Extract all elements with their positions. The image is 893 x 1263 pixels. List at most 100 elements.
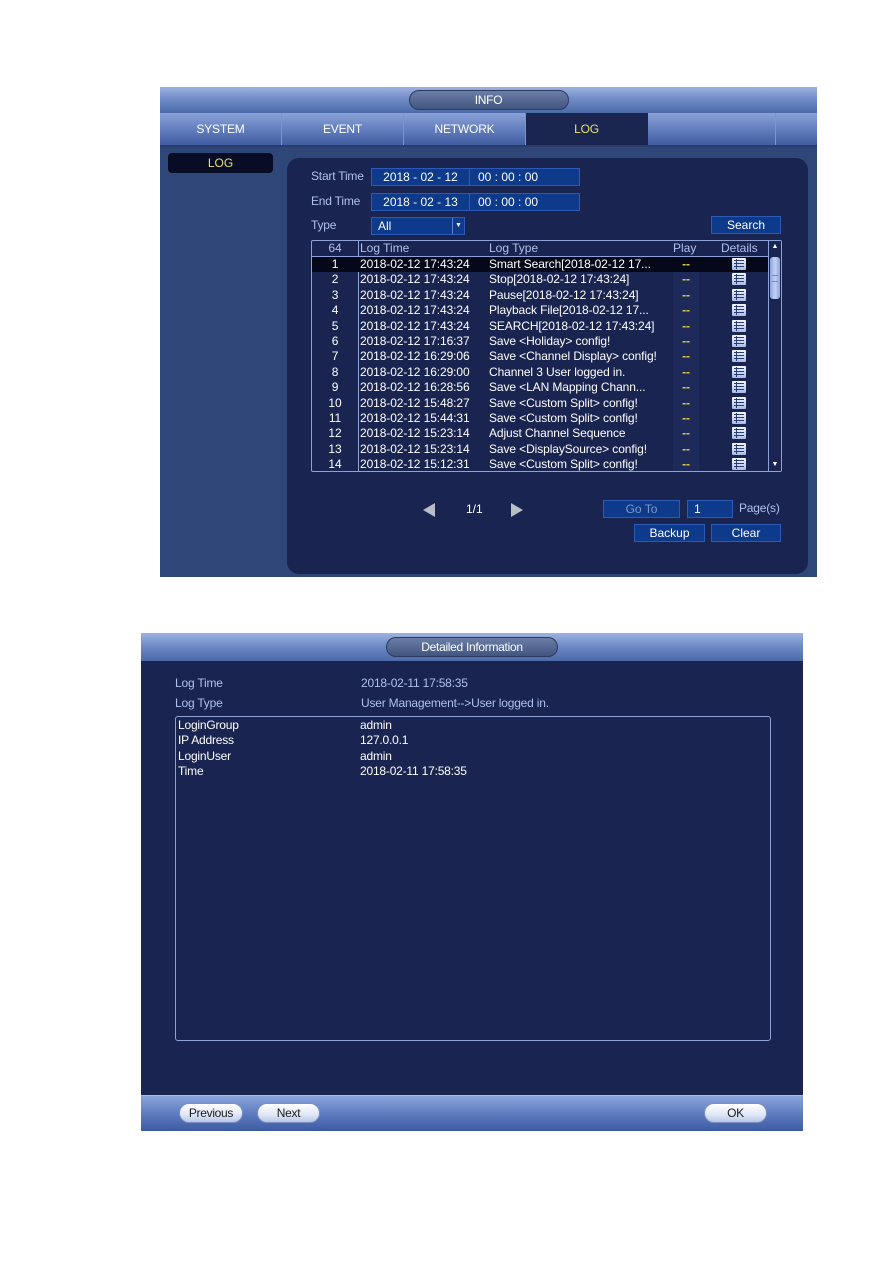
play-button[interactable]: -- xyxy=(676,349,696,364)
search-button[interactable]: Search xyxy=(711,216,781,234)
backup-button[interactable]: Backup xyxy=(634,524,705,542)
tab-system[interactable]: SYSTEM xyxy=(160,113,282,145)
table-row[interactable]: 13 2018-02-12 15:23:14 Save <DisplaySource… xyxy=(312,442,769,457)
type-select[interactable]: All ▼ xyxy=(371,217,465,235)
row-number: 13 xyxy=(328,441,342,456)
page-number-input[interactable]: 1 xyxy=(687,500,733,518)
play-button[interactable]: -- xyxy=(676,426,696,441)
start-time-label: Start Time xyxy=(311,169,364,183)
list-details-icon xyxy=(732,304,746,317)
row-number: 11 xyxy=(328,410,342,425)
row-log-time: 2018-02-12 17:43:24 xyxy=(360,272,470,287)
table-row[interactable]: 2 2018-02-12 17:43:24 Stop[2018-02-12 17:4… xyxy=(312,272,769,287)
table-row[interactable]: 10 2018-02-12 15:48:27 Save <Custom Split>… xyxy=(312,396,769,411)
start-time-value[interactable]: 00 : 00 : 00 xyxy=(470,169,579,185)
pages-label: Page(s) xyxy=(739,501,780,515)
row-log-type: Save <LAN Mapping Chann... xyxy=(489,380,646,395)
row-number: 6 xyxy=(331,333,339,348)
row-number: 1 xyxy=(331,257,339,271)
row-log-time: 2018-02-12 15:23:14 xyxy=(360,441,470,456)
table-row[interactable]: 6 2018-02-12 17:16:37 Save <Holiday> confi… xyxy=(312,334,769,349)
scroll-up-arrow-icon[interactable]: ▲ xyxy=(769,241,781,253)
detail-window: Detailed Information Log Time 2018-02-11… xyxy=(141,633,803,1131)
row-log-time: 2018-02-12 16:29:06 xyxy=(360,349,470,364)
end-time-label: End Time xyxy=(311,194,361,208)
tab-network[interactable]: NETWORK xyxy=(404,113,526,145)
log-time-value: 2018-02-11 17:58:35 xyxy=(361,676,468,690)
clear-button[interactable]: Clear xyxy=(711,524,781,542)
next-button[interactable]: Next xyxy=(257,1103,320,1123)
tab-event[interactable]: EVENT xyxy=(282,113,404,145)
play-button[interactable]: -- xyxy=(676,272,696,287)
scroll-down-arrow-icon[interactable]: ▼ xyxy=(769,459,781,471)
detail-value: 127.0.0.1 xyxy=(360,733,409,747)
tab-empty xyxy=(648,113,776,145)
row-log-type: Channel 3 User logged in. xyxy=(489,364,626,379)
row-number: 3 xyxy=(331,287,339,302)
table-row[interactable]: 14 2018-02-12 15:12:31 Save <Custom Split>… xyxy=(312,457,769,471)
end-time-field[interactable]: 2018 - 02 - 13 00 : 00 : 00 xyxy=(371,193,580,211)
next-page-icon[interactable] xyxy=(511,503,523,517)
play-button[interactable]: -- xyxy=(676,457,696,471)
row-log-type: Stop[2018-02-12 17:43:24] xyxy=(489,272,630,287)
list-details-icon xyxy=(732,350,746,363)
row-log-type: Save <Channel Display> config! xyxy=(489,349,657,364)
row-number: 9 xyxy=(331,380,339,395)
chevron-down-icon[interactable]: ▼ xyxy=(452,218,464,234)
table-row[interactable]: 12 2018-02-12 15:23:14 Adjust Channel Sequ… xyxy=(312,426,769,441)
detail-key: IP Address xyxy=(178,733,234,747)
details-button[interactable] xyxy=(732,457,746,471)
list-details-icon xyxy=(732,334,746,347)
play-button[interactable]: -- xyxy=(676,365,696,380)
detail-value: admin xyxy=(360,749,392,763)
log-type-label: Log Type xyxy=(175,696,223,710)
table-row[interactable]: 4 2018-02-12 17:43:24 Playback File[2018-0… xyxy=(312,303,769,318)
detail-value: admin xyxy=(360,718,392,732)
row-log-type: Pause[2018-02-12 17:43:24] xyxy=(489,287,639,302)
tab-log[interactable]: LOG xyxy=(526,113,648,145)
previous-button[interactable]: Previous xyxy=(179,1103,243,1123)
type-select-value: All xyxy=(378,219,392,233)
previous-page-icon[interactable] xyxy=(423,503,435,517)
row-log-time: 2018-02-12 17:43:24 xyxy=(360,303,470,318)
row-log-time: 2018-02-12 17:43:24 xyxy=(360,287,470,302)
start-time-field[interactable]: 2018 - 02 - 12 00 : 00 : 00 xyxy=(371,168,580,186)
row-log-time: 2018-02-12 17:43:24 xyxy=(360,257,470,271)
play-button[interactable]: -- xyxy=(676,411,696,426)
list-details-icon xyxy=(732,458,746,471)
play-button[interactable]: -- xyxy=(676,380,696,395)
row-log-time: 2018-02-12 15:44:31 xyxy=(360,410,470,425)
type-label: Type xyxy=(311,218,337,232)
log-panel: Start Time 2018 - 02 - 12 00 : 00 : 00 E… xyxy=(287,158,808,574)
table-row[interactable]: 1 2018-02-12 17:43:24 Smart Search[2018-02… xyxy=(312,257,769,273)
log-time-label: Log Time xyxy=(175,676,223,690)
start-date-value[interactable]: 2018 - 02 - 12 xyxy=(372,169,470,185)
play-button[interactable]: -- xyxy=(676,334,696,349)
window-title: INFO xyxy=(408,90,569,110)
play-button[interactable]: -- xyxy=(676,442,696,457)
window-title: Detailed Information xyxy=(386,637,558,657)
table-row[interactable]: 11 2018-02-12 15:44:31 Save <Custom Split>… xyxy=(312,411,769,426)
play-button[interactable]: -- xyxy=(676,396,696,411)
table-row[interactable]: 7 2018-02-12 16:29:06 Save <Channel Displa… xyxy=(312,349,769,364)
table-row[interactable]: 3 2018-02-12 17:43:24 Pause[2018-02-12 17:… xyxy=(312,288,769,303)
goto-button[interactable]: Go To xyxy=(603,500,680,518)
play-button[interactable]: -- xyxy=(676,288,696,303)
list-details-icon xyxy=(732,381,746,394)
row-number: 2 xyxy=(331,272,339,287)
end-time-value[interactable]: 00 : 00 : 00 xyxy=(470,194,579,210)
table-scrollbar[interactable]: ▲ ▼ xyxy=(768,241,781,471)
sidebar-item-log[interactable]: LOG xyxy=(168,153,273,173)
play-button[interactable]: -- xyxy=(676,303,696,318)
row-number: 10 xyxy=(328,395,342,410)
scrollbar-thumb[interactable] xyxy=(770,257,780,299)
table-row[interactable]: 9 2018-02-12 16:28:56 Save <LAN Mapping Ch… xyxy=(312,380,769,395)
play-button[interactable]: -- xyxy=(676,257,696,272)
row-log-time: 2018-02-12 15:48:27 xyxy=(360,395,470,410)
ok-button[interactable]: OK xyxy=(704,1103,767,1123)
detail-key: Time xyxy=(178,764,204,778)
play-button[interactable]: -- xyxy=(676,319,696,334)
table-row[interactable]: 8 2018-02-12 16:29:00 Channel 3 User logge… xyxy=(312,365,769,380)
table-row[interactable]: 5 2018-02-12 17:43:24 SEARCH[2018-02-12 17… xyxy=(312,319,769,334)
end-date-value[interactable]: 2018 - 02 - 13 xyxy=(372,194,470,210)
